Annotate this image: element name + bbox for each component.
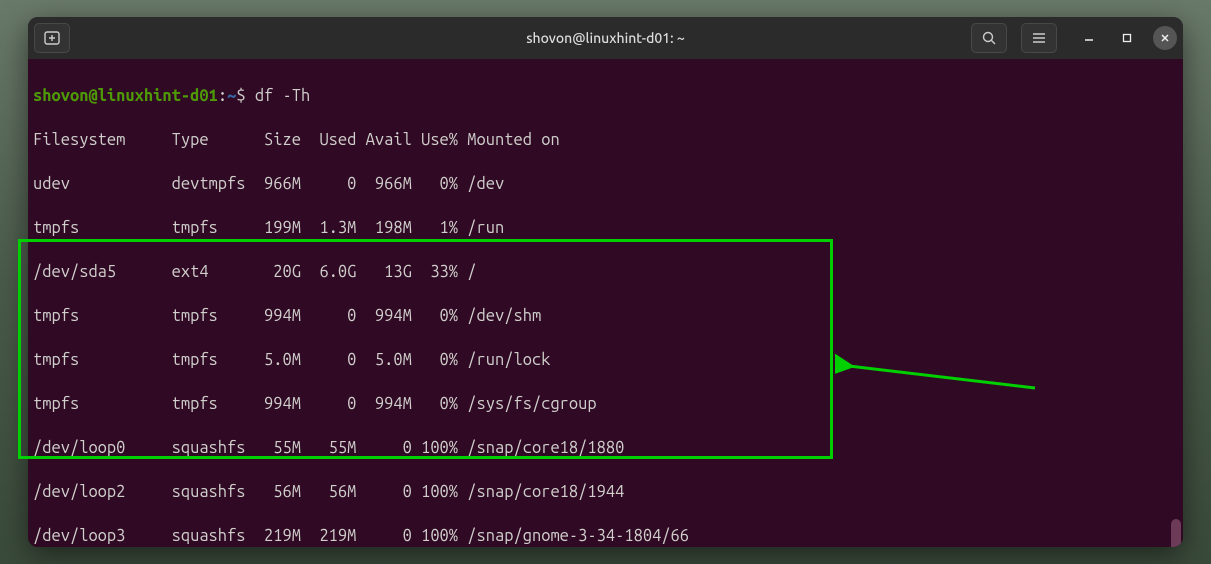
- scrollbar-thumb[interactable]: [1171, 519, 1181, 547]
- command-text: df -Th: [255, 87, 310, 105]
- terminal-window: shovon@linuxhint-d01: ~: [28, 17, 1183, 547]
- search-button[interactable]: [971, 23, 1007, 53]
- window-title: shovon@linuxhint-d01: ~: [526, 30, 685, 46]
- df-row: /dev/loop3 squashfs 219M 219M 0 100% /sn…: [33, 525, 1178, 547]
- maximize-icon: [1122, 33, 1132, 43]
- prompt-dollar: $: [236, 87, 245, 105]
- search-icon: [982, 31, 997, 46]
- df-row: /dev/loop0 squashfs 55M 55M 0 100% /snap…: [33, 437, 1178, 459]
- prompt-sep: :: [218, 87, 227, 105]
- new-tab-icon: [44, 31, 60, 45]
- prompt-path: ~: [227, 87, 236, 105]
- maximize-button[interactable]: [1115, 26, 1139, 50]
- minimize-icon: [1084, 33, 1094, 43]
- new-tab-button[interactable]: [34, 23, 70, 53]
- terminal-output[interactable]: shovon@linuxhint-d01:~$ df -Th Filesyste…: [28, 59, 1183, 547]
- df-row: tmpfs tmpfs 5.0M 0 5.0M 0% /run/lock: [33, 349, 1178, 371]
- close-button[interactable]: [1153, 26, 1177, 50]
- hamburger-icon: [1032, 32, 1046, 44]
- close-icon: [1160, 33, 1170, 43]
- menu-button[interactable]: [1021, 23, 1057, 53]
- df-header: Filesystem Type Size Used Avail Use% Mou…: [33, 129, 1178, 151]
- minimize-button[interactable]: [1077, 26, 1101, 50]
- df-row: tmpfs tmpfs 994M 0 994M 0% /dev/shm: [33, 305, 1178, 327]
- df-row: tmpfs tmpfs 994M 0 994M 0% /sys/fs/cgrou…: [33, 393, 1178, 415]
- titlebar: shovon@linuxhint-d01: ~: [28, 17, 1183, 59]
- df-row: tmpfs tmpfs 199M 1.3M 198M 1% /run: [33, 217, 1178, 239]
- df-row: udev devtmpfs 966M 0 966M 0% /dev: [33, 173, 1178, 195]
- df-row: /dev/loop2 squashfs 56M 56M 0 100% /snap…: [33, 481, 1178, 503]
- df-row: /dev/sda5 ext4 20G 6.0G 13G 33% /: [33, 261, 1178, 283]
- prompt-user: shovon@linuxhint-d01: [33, 87, 218, 105]
